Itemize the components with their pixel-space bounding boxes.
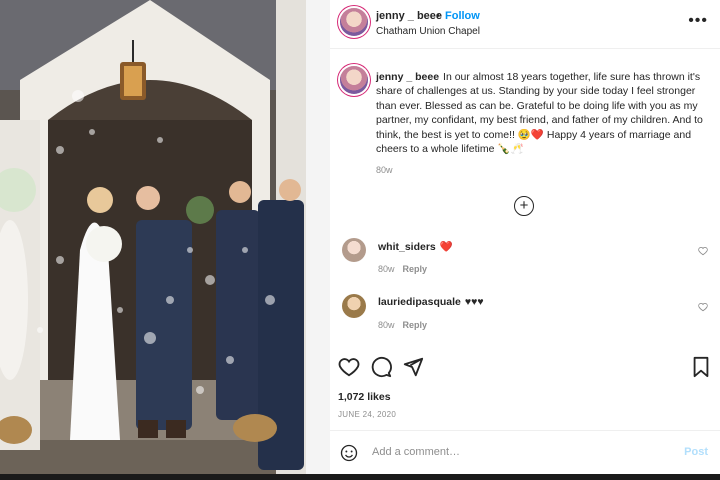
caption-avatar[interactable] (340, 66, 368, 94)
reply-button[interactable]: Reply (403, 320, 428, 330)
comment-meta: 80w Reply (378, 264, 435, 274)
avatar[interactable] (340, 8, 368, 36)
heart-icon[interactable] (338, 356, 360, 378)
comment-time: 80w (378, 264, 395, 274)
reply-button[interactable]: Reply (403, 264, 428, 274)
comment-body: whit_siders ❤️ (378, 240, 453, 253)
divider (306, 0, 330, 474)
post-details-panel: jenny _ beee • Follow Chatham Union Chap… (330, 0, 720, 474)
comment-text: ♥♥♥ (464, 296, 484, 308)
header-username[interactable]: jenny _ beee (376, 10, 442, 22)
likes-count[interactable]: 1,072 likes (338, 391, 391, 403)
commenter-avatar[interactable] (342, 294, 366, 318)
comment-item: whit_siders ❤️ 80w Reply (330, 236, 720, 286)
heart-icon[interactable] (698, 302, 708, 312)
caption-timestamp: 80w (376, 165, 393, 175)
bottom-edge (0, 474, 720, 480)
comment-time: 80w (378, 320, 395, 330)
commenter-avatar[interactable] (342, 238, 366, 262)
post-caption: jenny _ beee In our almost 18 years toget… (376, 70, 708, 156)
comment-username[interactable]: lauriedipasquale (378, 296, 461, 308)
wedding-photo (0, 0, 306, 474)
comment-meta: 80w Reply (378, 320, 435, 330)
comment-composer: Post (330, 430, 720, 475)
separator-dot: • (436, 10, 440, 22)
caption-username[interactable]: jenny _ beee (376, 71, 439, 83)
emoji-icon[interactable] (340, 444, 358, 462)
comment-text: ❤️ (439, 241, 453, 253)
post-actions (330, 356, 720, 382)
share-icon[interactable] (402, 356, 424, 378)
follow-button[interactable]: Follow (445, 10, 480, 22)
comment-username[interactable]: whit_siders (378, 241, 436, 253)
comment-icon[interactable] (370, 356, 392, 378)
caption-text: In our almost 18 years together, life su… (376, 71, 703, 156)
location-link[interactable]: Chatham Union Chapel (376, 26, 480, 37)
comment-item: lauriedipasquale ♥♥♥ 80w Reply (330, 292, 720, 342)
wedding-photo-illustration (0, 0, 306, 474)
post-date: JUNE 24, 2020 (338, 410, 397, 419)
plus-circle-icon[interactable]: + (514, 196, 534, 216)
comment-input[interactable] (370, 445, 674, 459)
more-icon[interactable]: ••• (688, 12, 708, 30)
instagram-post-view: jenny _ beee • Follow Chatham Union Chap… (0, 0, 720, 480)
post-header: jenny _ beee • Follow Chatham Union Chap… (330, 0, 720, 49)
post-button[interactable]: Post (684, 446, 708, 458)
bookmark-icon[interactable] (690, 356, 712, 378)
heart-icon[interactable] (698, 246, 708, 256)
comment-body: lauriedipasquale ♥♥♥ (378, 296, 484, 308)
